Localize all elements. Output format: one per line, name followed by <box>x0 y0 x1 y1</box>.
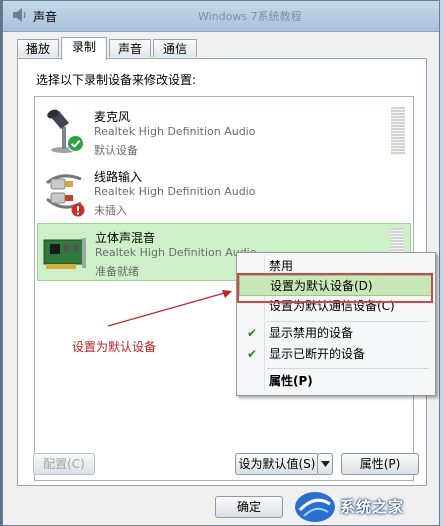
device-name: 立体声混音 <box>95 231 156 245</box>
set-default-button[interactable]: 设为默认值(S) <box>235 453 319 475</box>
configure-button[interactable]: 配置(C) <box>33 453 95 475</box>
device-name: 线路输入 <box>94 170 143 184</box>
menu-item-properties[interactable]: 属性(P) <box>239 371 432 392</box>
annotation-highlight-box <box>237 273 433 303</box>
device-name: 麦克风 <box>94 110 131 124</box>
device-status: 准备就绪 <box>95 265 139 278</box>
window-title: 声音 <box>33 10 58 24</box>
tab-sounds[interactable]: 声音 <box>109 39 151 57</box>
instruction-text: 选择以下录制设备来修改设置: <box>36 73 197 87</box>
menu-separator <box>267 368 429 369</box>
default-device-check-icon <box>67 135 84 152</box>
title-bar[interactable]: 声音 Windows 7系统教程 <box>3 1 439 32</box>
watermark-text: 系统之家 <box>340 498 405 516</box>
tab-playback[interactable]: 播放 <box>17 39 59 57</box>
menu-item-label: 显示禁用的设备 <box>269 326 354 340</box>
menu-item-show-disconnected-devices[interactable]: ✔ 显示已断开的设备 <box>239 344 432 365</box>
device-driver: Realtek High Definition Audio <box>94 125 256 138</box>
device-driver: Realtek High Definition Audio <box>94 185 256 198</box>
checkmark-icon: ✔ <box>247 347 258 361</box>
device-status: 未插入 <box>94 204 127 217</box>
speaker-icon <box>13 8 26 22</box>
properties-button[interactable]: 属性(P) <box>341 453 419 475</box>
background-window-title: Windows 7系统教程 <box>198 10 302 23</box>
menu-item-show-disabled-devices[interactable]: ✔ 显示禁用的设备 <box>239 323 432 344</box>
device-row-microphone[interactable]: 麦克风 Realtek High Definition Audio 默认设备 <box>37 103 411 161</box>
menu-item-label: 显示已断开的设备 <box>269 347 366 361</box>
set-default-dropdown-button[interactable] <box>317 453 333 475</box>
site-watermark: 系统之家 <box>280 486 443 526</box>
annotation-label: 设置为默认设备 <box>72 340 157 354</box>
device-driver: Realtek High Definition Audio <box>95 246 257 259</box>
checkmark-icon: ✔ <box>247 326 258 340</box>
unplugged-status-icon <box>71 203 85 217</box>
watermark-logo-icon <box>295 492 335 522</box>
device-status: 默认设备 <box>94 144 138 157</box>
tab-communications[interactable]: 通信 <box>153 39 197 57</box>
ok-button[interactable]: 确定 <box>215 496 283 518</box>
device-row-line-in[interactable]: 线路输入 Realtek High Definition Audio 未插入 <box>37 163 411 221</box>
chevron-down-icon <box>321 461 330 467</box>
menu-separator <box>267 321 429 322</box>
sound-card-icon <box>43 238 86 269</box>
level-meter <box>391 107 405 155</box>
tab-recording[interactable]: 录制 <box>61 37 107 60</box>
